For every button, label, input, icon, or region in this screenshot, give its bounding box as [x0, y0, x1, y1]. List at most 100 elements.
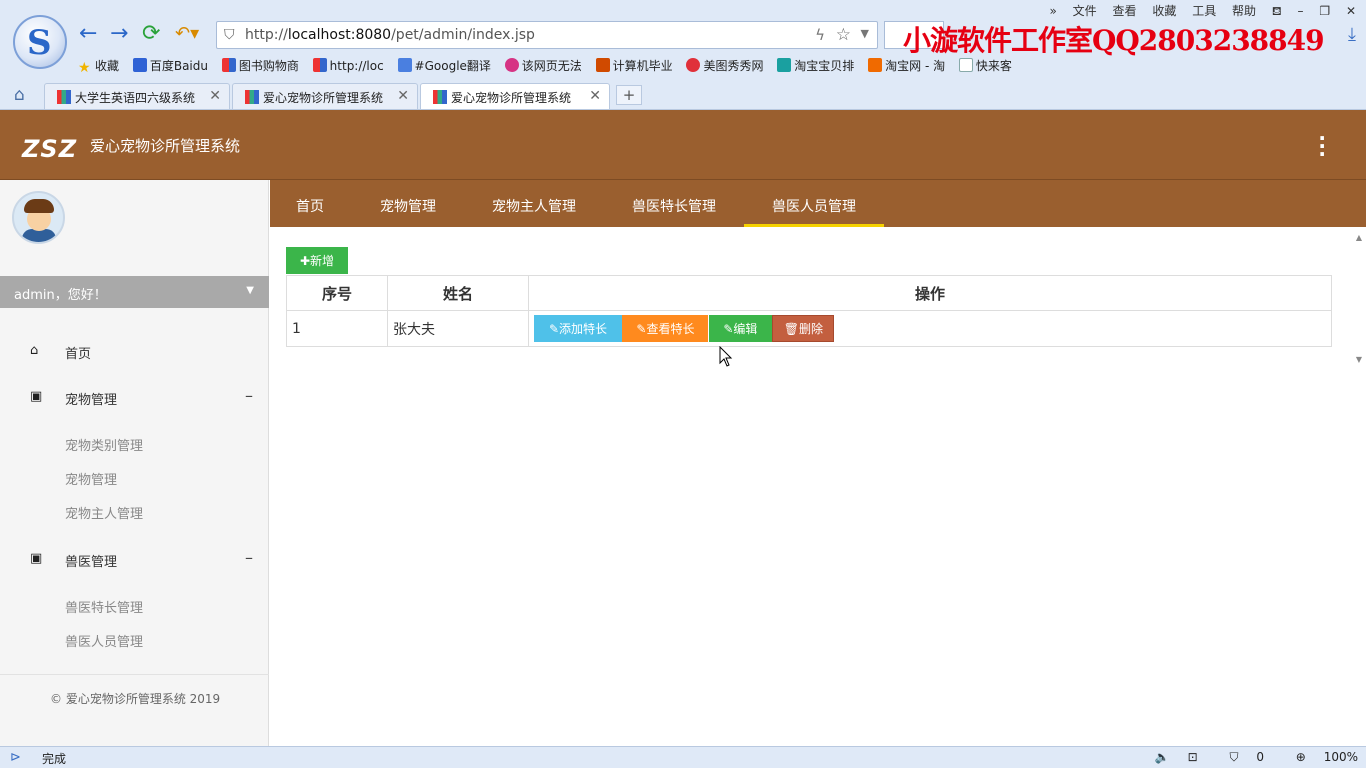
cell-name: 张大夫 — [387, 310, 529, 347]
sidebar-item-vet-staff[interactable]: 兽医人员管理 — [65, 631, 143, 650]
close-tab-icon[interactable]: ✕ — [589, 88, 601, 104]
speaker-icon[interactable]: 🔈 — [1155, 750, 1170, 764]
watermark-text: 小漩软件工作室QQ2803238849 — [903, 24, 1325, 57]
fav-item[interactable]: 淘宝网 - 淘 — [868, 58, 945, 73]
user-menu[interactable]: admin，您好！ ▼ — [0, 276, 269, 308]
home-icon: ⌂ — [30, 343, 39, 358]
tab-vet-staff-management[interactable]: 兽医人员管理 — [744, 180, 884, 227]
edit-icon: ✎ — [636, 322, 647, 336]
new-tab-button[interactable]: + — [616, 85, 642, 105]
add-button[interactable]: ✚新增 — [286, 247, 348, 274]
sidebar-item-pet-owner[interactable]: 宠物主人管理 — [65, 503, 143, 522]
menu-favorites[interactable]: 收藏 — [1152, 4, 1176, 18]
sidebar-item-pet-category[interactable]: 宠物类别管理 — [65, 435, 143, 454]
tab-pet-owner-management[interactable]: 宠物主人管理 — [476, 180, 592, 227]
tab-favicon-icon — [57, 90, 71, 104]
home-icon[interactable]: ⌂ — [14, 85, 25, 105]
fav-item[interactable]: 图书购物商 — [221, 58, 299, 73]
tab-home[interactable]: 首页 — [270, 180, 350, 227]
browser-tab-active[interactable]: 爱心宠物诊所管理系统 ✕ — [420, 83, 610, 109]
brand-logo: ZSZ — [22, 135, 78, 163]
scroll-down-icon[interactable]: ▼ — [1356, 355, 1362, 364]
sidebar-group-label: 兽医管理 — [65, 555, 118, 570]
close-tab-icon[interactable]: ✕ — [397, 88, 409, 104]
collapse-icon[interactable]: – — [245, 386, 253, 405]
sidebar: admin，您好！ ▼ ⌂ 首页 ▣ 宠物管理 – 宠物类别管理 宠物管理 宠物… — [0, 180, 269, 746]
bookmark-star-icon[interactable]: ☆ — [836, 25, 851, 45]
fav-item[interactable]: 快来客 — [958, 58, 1012, 73]
menu-expand-icon[interactable]: » — [1049, 4, 1056, 18]
tab-title: 爱心宠物诊所管理系统 — [263, 91, 384, 105]
tab-vet-specialty-management[interactable]: 兽医特长管理 — [616, 180, 732, 227]
cell-id: 1 — [286, 310, 388, 347]
fav-item[interactable]: 百度Baidu — [132, 58, 208, 73]
security-shield-icon: ⛉ — [224, 27, 235, 43]
button-label: 删除 — [798, 322, 823, 336]
undo-icon[interactable]: ↶▾ — [175, 23, 199, 45]
avatar — [12, 191, 65, 244]
favorites-bar: ★ 收藏 百度Baidu 图书购物商 http://loc #Google翻译 该… — [78, 57, 1022, 76]
restore-icon[interactable]: ❐ — [1319, 4, 1330, 18]
vet-staff-table: 序号 姓名 操作 1 张大夫 ✎添加特长 ✎查看特长 ✎编辑 🗑删除 — [286, 275, 1332, 347]
address-bar[interactable]: ⛉ http://localhost:8080/pet/admin/index.… — [216, 21, 878, 49]
briefcase-icon[interactable]: ⊡ — [1188, 750, 1198, 764]
download-icon[interactable]: ⤓ — [1348, 24, 1356, 45]
copyright: © 爱心宠物诊所管理系统 2019 — [50, 692, 221, 706]
menu-view[interactable]: 查看 — [1113, 4, 1137, 18]
id-card-icon: ▣ — [30, 551, 43, 566]
forward-icon[interactable]: → — [110, 23, 128, 45]
browser-tab[interactable]: 大学生英语四六级系统 ✕ — [44, 83, 230, 109]
edit-button[interactable]: ✎编辑 — [708, 315, 772, 342]
add-specialty-button[interactable]: ✎添加特长 — [534, 315, 622, 342]
shield-count-value: 0 — [1256, 750, 1264, 764]
sidebar-group-pets[interactable]: ▣ 宠物管理 – — [0, 383, 269, 413]
plus-icon: ✚ — [299, 254, 311, 268]
mouse-cursor-icon — [719, 346, 733, 367]
close-window-icon[interactable]: ✕ — [1346, 4, 1356, 18]
address-url[interactable]: http://localhost:8080/pet/admin/index.js… — [245, 27, 535, 43]
menu-file[interactable]: 文件 — [1073, 4, 1097, 18]
fav-item[interactable]: 计算机毕业 — [595, 58, 673, 73]
browser-chrome: S ← → ⟳ ↶▾ ⛉ http://localhost:8080/pet/a… — [0, 0, 1366, 110]
app-header: ZSZ 爱心宠物诊所管理系统 · · · — [0, 110, 1366, 180]
fav-item[interactable]: 美图秀秀网 — [686, 58, 763, 73]
delete-button[interactable]: 🗑删除 — [772, 315, 835, 342]
zoom-control[interactable]: ⊕ 100% — [1282, 750, 1358, 764]
browser-tab[interactable]: 爱心宠物诊所管理系统 ✕ — [232, 83, 418, 109]
fav-item[interactable]: ★ 收藏 — [78, 59, 119, 76]
tab-favicon-icon — [245, 90, 259, 104]
tab-pet-management[interactable]: 宠物管理 — [364, 180, 452, 227]
refresh-icon[interactable]: ⟳ — [142, 23, 160, 45]
fav-item[interactable]: 该网页无法 — [504, 58, 582, 73]
sidebar-toggle-icon[interactable]: ⊳ — [10, 750, 21, 765]
fav-item[interactable]: #Google翻译 — [397, 58, 491, 73]
back-icon[interactable]: ← — [79, 23, 97, 45]
flash-icon[interactable]: ϟ — [815, 26, 825, 44]
trash-icon: 🗑 — [783, 322, 799, 336]
edit-icon: ✎ — [548, 322, 560, 336]
address-dropdown-icon[interactable]: ▼ — [861, 27, 869, 40]
sidebar-item-home[interactable]: ⌂ 首页 — [0, 337, 269, 367]
sidebar-group-vets[interactable]: ▣ 兽医管理 – — [0, 545, 269, 575]
fav-item[interactable]: 淘宝宝贝排 — [777, 58, 854, 73]
skin-icon[interactable]: ⛾ — [1272, 4, 1282, 18]
menu-help[interactable]: 帮助 — [1232, 4, 1256, 18]
divider — [0, 674, 269, 675]
sidebar-item-pet[interactable]: 宠物管理 — [65, 469, 117, 488]
browser-menu: » 文件 查看 收藏 工具 帮助 ⛾ – ❐ ✕ — [1037, 2, 1356, 20]
browser-logo-icon[interactable]: S — [13, 15, 67, 69]
shield-count[interactable]: ⛉ 0 — [1215, 750, 1263, 764]
menu-tools[interactable]: 工具 — [1192, 4, 1216, 18]
minimize-icon[interactable]: – — [1298, 4, 1304, 18]
tab-title: 大学生英语四六级系统 — [75, 91, 196, 105]
scroll-up-icon[interactable]: ▲ — [1356, 233, 1362, 242]
sidebar-item-vet-specialty[interactable]: 兽医特长管理 — [65, 597, 143, 616]
collapse-icon[interactable]: – — [245, 548, 253, 567]
fav-item[interactable]: http://loc — [312, 58, 384, 73]
shield-icon: ⛉ — [1229, 750, 1239, 764]
main-content: ✚新增 序号 姓名 操作 1 张大夫 ✎添加特长 ✎查看特长 ✎编辑 🗑删除 ▲ — [270, 227, 1366, 746]
more-options-icon[interactable]: · · · — [1318, 128, 1326, 164]
close-tab-icon[interactable]: ✕ — [209, 88, 221, 104]
view-specialty-button[interactable]: ✎查看特长 — [622, 315, 709, 342]
sidebar-group-label: 宠物管理 — [65, 393, 118, 408]
